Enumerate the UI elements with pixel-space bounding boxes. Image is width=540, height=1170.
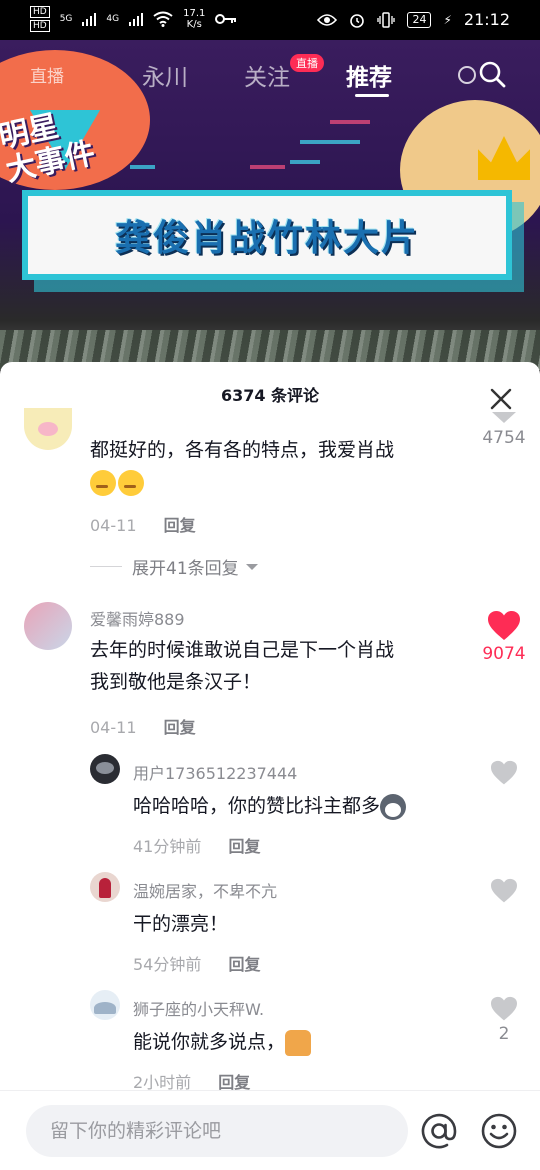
avatar[interactable]: [90, 754, 120, 784]
comment-date: 04-11: [90, 718, 137, 737]
reply-text: 能说你就多说点，: [133, 1026, 312, 1058]
reply-author[interactable]: 狮子座的小天秤W.: [133, 996, 264, 1020]
like-button[interactable]: [474, 760, 534, 788]
comment-meta: 04-11 回复: [90, 512, 196, 536]
close-icon[interactable]: [488, 386, 514, 412]
reply-meta: 54分钟前 回复: [133, 951, 260, 975]
glitch-line: [250, 165, 285, 169]
status-bar: HD HD 5G 4G 17.1 K/s 24 ⚡ 21:12: [0, 0, 540, 40]
reply-text-content: 哈哈哈哈，你的赞比抖主都多: [133, 795, 381, 817]
reply-meta: 41分钟前 回复: [133, 833, 260, 857]
comment-input-bar: [0, 1092, 540, 1170]
avatar[interactable]: [24, 408, 72, 450]
thinking-emoji-icon: [118, 469, 144, 496]
comment-meta: 04-11 回复: [90, 714, 196, 738]
video-title-banner: 龚俊肖战竹林大片: [22, 190, 512, 280]
glitch-line: [330, 120, 370, 124]
glitch-line: [130, 165, 155, 169]
search-icon[interactable]: [478, 60, 506, 88]
status-bar-left: HD HD 5G 4G 17.1 K/s: [30, 6, 237, 32]
mention-icon[interactable]: [420, 1112, 458, 1150]
heart-icon: [491, 760, 517, 785]
clock: 21:12: [463, 10, 510, 29]
reply-time: 54分钟前: [133, 955, 202, 974]
top-nav: 直播 永川 关注 直播 推荐: [0, 52, 540, 97]
heart-icon: [491, 878, 517, 903]
like-count: 2: [498, 1024, 510, 1044]
reply-button[interactable]: 回复: [228, 837, 260, 856]
eye-icon: [317, 13, 338, 26]
signal-icon-1: [82, 12, 97, 26]
reply-text: 干的漂亮！: [133, 913, 229, 935]
comment-text-line: 去年的时候谁敢说自己是下一个肖战: [90, 639, 395, 661]
expand-divider: [90, 566, 122, 567]
hd-indicators: HD HD: [30, 6, 50, 32]
reply-button[interactable]: 回复: [228, 955, 260, 974]
avatar[interactable]: [90, 990, 120, 1020]
like-count: 4754: [482, 428, 526, 448]
network-speed: 17.1 K/s: [183, 8, 205, 30]
signal-icon-2: [129, 12, 144, 26]
heart-icon: [491, 996, 517, 1021]
reply-button[interactable]: 回复: [164, 516, 196, 535]
like-count: 9074: [482, 644, 526, 664]
like-button[interactable]: 4754: [474, 412, 534, 448]
like-button[interactable]: 9074: [474, 610, 534, 664]
wifi-icon: [153, 11, 173, 27]
live-badge: 直播: [290, 54, 324, 72]
comment-sheet: 6374 条评论 都挺好的，各有各的特点，我爱肖战 04-11 回复 4754 …: [0, 362, 540, 1170]
vibrate-icon: [377, 11, 396, 28]
reply-author[interactable]: 温婉居家，不卑不亢: [133, 878, 277, 902]
glitch-line: [290, 160, 320, 164]
ring-icon: [458, 66, 476, 84]
nav-tab-location[interactable]: 永川: [142, 58, 188, 92]
hd-badge-1: HD: [30, 6, 50, 18]
comment-text-line: 我到敬他是条汉子！: [90, 671, 262, 693]
status-bar-right: 24 ⚡ 21:12: [317, 10, 510, 29]
nav-active-indicator: [355, 94, 389, 97]
thumbs-up-emoji-icon: [285, 1029, 312, 1056]
comment-text-content: 都挺好的，各有各的特点，我爱肖战: [90, 439, 395, 461]
comment-date: 04-11: [90, 516, 137, 535]
key-icon: [215, 14, 237, 24]
like-button[interactable]: [474, 878, 534, 906]
charging-icon: ⚡: [443, 12, 452, 27]
comment-text: 都挺好的，各有各的特点，我爱肖战: [90, 434, 394, 498]
comment-text: 去年的时候谁敢说自己是下一个肖战 我到敬他是条汉子！: [90, 634, 394, 698]
network-speed-unit: K/s: [186, 19, 202, 30]
nav-tab-recommended[interactable]: 推荐: [346, 58, 392, 92]
nav-live-button[interactable]: 直播: [30, 62, 64, 87]
input-divider: [0, 1090, 540, 1091]
comment-count-title: 6374 条评论: [220, 386, 320, 405]
emoji-icon[interactable]: [480, 1112, 518, 1150]
like-button[interactable]: 2: [474, 996, 534, 1044]
dog-emoji-icon: [380, 793, 407, 820]
glitch-line: [300, 140, 360, 144]
heart-icon: [488, 611, 520, 640]
video-banner-text: 龚俊肖战竹林大片: [114, 218, 419, 259]
thinking-emoji-icon: [90, 469, 116, 496]
expand-replies-button[interactable]: 展开41条回复: [90, 554, 259, 579]
reply-button[interactable]: 回复: [164, 718, 196, 737]
caret-down-icon: [245, 563, 258, 570]
battery-level: 24: [407, 11, 432, 28]
comment-input[interactable]: [26, 1105, 408, 1157]
expand-replies-label: 展开41条回复: [132, 559, 239, 579]
reply-author[interactable]: 用户1736512237444: [133, 760, 297, 784]
network-speed-value: 17.1: [183, 8, 206, 19]
avatar[interactable]: [24, 602, 72, 650]
network-type-2: 4G: [106, 14, 120, 24]
heart-icon: [492, 412, 516, 423]
comment-author[interactable]: 爱馨雨婷889: [90, 606, 185, 630]
reply-text-content: 能说你就多说点，: [133, 1031, 286, 1053]
nav-tab-following[interactable]: 关注: [244, 58, 290, 92]
alarm-icon: [350, 13, 365, 28]
network-type-1: 5G: [59, 14, 73, 24]
reply-text: 哈哈哈哈，你的赞比抖主都多: [133, 790, 407, 822]
hd-badge-2: HD: [30, 20, 50, 32]
reply-time: 41分钟前: [133, 837, 202, 856]
avatar[interactable]: [90, 872, 120, 902]
